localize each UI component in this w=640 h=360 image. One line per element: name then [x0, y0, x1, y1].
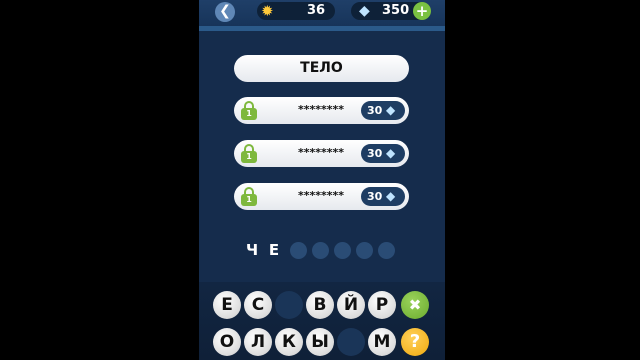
unlock-cost-button[interactable]: 30 ◆ — [361, 187, 405, 206]
unlock-cost: 30 — [367, 104, 383, 117]
sun-icon: ✹ — [261, 2, 274, 20]
hidden-word-row[interactable]: 1 ******** 30 ◆ — [234, 183, 409, 210]
gems-value: 350 — [382, 3, 410, 18]
top-bar-divider — [199, 26, 445, 31]
unlock-cost: 30 — [367, 147, 383, 160]
back-button[interactable]: ❮ — [215, 2, 235, 22]
add-gems-button[interactable]: + — [413, 2, 431, 20]
used-letter-key — [275, 291, 303, 319]
lock-icon: 1 — [241, 144, 257, 163]
empty-slot — [334, 242, 351, 259]
empty-slot — [356, 242, 373, 259]
coins-value: 36 — [307, 3, 326, 18]
letter-key[interactable]: К — [275, 328, 303, 356]
plus-icon: + — [415, 2, 429, 20]
letter-key[interactable]: Е — [213, 291, 241, 319]
letter-key[interactable]: Й — [337, 291, 365, 319]
letter-key[interactable]: Ы — [306, 328, 334, 356]
letter-key[interactable]: Л — [244, 328, 272, 356]
hidden-word-row[interactable]: 1 ******** 30 ◆ — [234, 140, 409, 167]
coins-counter: ✹ 36 — [257, 2, 335, 20]
target-word-bar: ТЕЛО — [234, 55, 409, 82]
unlock-cost: 30 — [367, 190, 383, 203]
back-arrow-icon: ❮ — [219, 3, 231, 19]
used-letter-key — [337, 328, 365, 356]
hidden-word-mask: ******** — [298, 189, 345, 202]
close-icon: ✖ — [408, 296, 422, 314]
hidden-word-mask: ******** — [298, 146, 345, 159]
diamond-icon: ◆ — [386, 146, 396, 160]
question-icon: ? — [409, 331, 421, 352]
answer-letter[interactable]: Ч — [243, 240, 261, 260]
hint-button[interactable]: ? — [401, 328, 429, 356]
hidden-word-mask: ******** — [298, 103, 345, 116]
answer-slots: Ч Е — [243, 240, 403, 262]
diamond-icon: ◆ — [386, 103, 396, 117]
gems-counter: ◆ 350 + — [351, 2, 431, 20]
letter-keyboard: Е С В Й Р ✖ О Л К Ы М ? — [199, 282, 445, 360]
diamond-icon: ◆ — [386, 189, 396, 203]
empty-slot — [290, 242, 307, 259]
letter-key[interactable]: С — [244, 291, 272, 319]
delete-button[interactable]: ✖ — [401, 291, 429, 319]
letter-key[interactable]: Р — [368, 291, 396, 319]
unlock-cost-button[interactable]: 30 ◆ — [361, 144, 405, 163]
game-screen: ❮ ✹ 36 ◆ 350 + ТЕЛО 1 ******** 30 ◆ 1 **… — [199, 0, 445, 360]
hidden-word-row[interactable]: 1 ******** 30 ◆ — [234, 97, 409, 124]
unlock-cost-button[interactable]: 30 ◆ — [361, 101, 405, 120]
answer-letter[interactable]: Е — [265, 240, 283, 260]
lock-icon: 1 — [241, 101, 257, 120]
letter-key[interactable]: В — [306, 291, 334, 319]
lock-icon: 1 — [241, 187, 257, 206]
empty-slot — [378, 242, 395, 259]
diamond-icon: ◆ — [359, 3, 370, 19]
empty-slot — [312, 242, 329, 259]
letter-key[interactable]: О — [213, 328, 241, 356]
top-bar: ❮ ✹ 36 ◆ 350 + — [199, 0, 445, 26]
target-word: ТЕЛО — [300, 60, 343, 76]
letter-key[interactable]: М — [368, 328, 396, 356]
